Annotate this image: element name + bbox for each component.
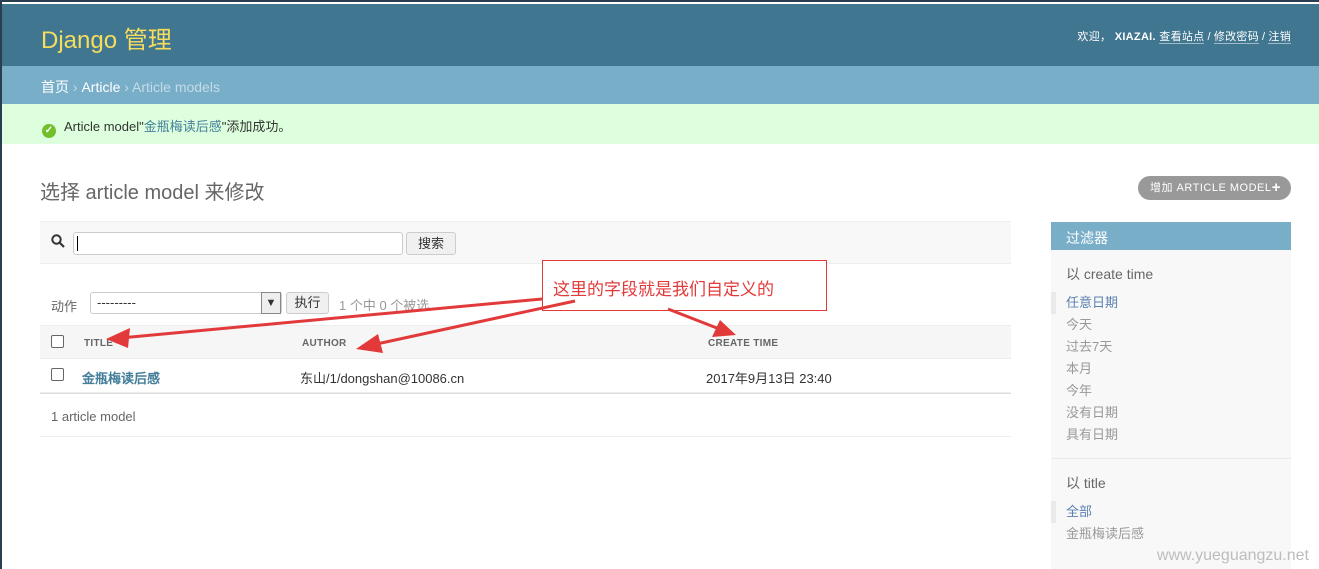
page-title: 选择 article model 来修改 xyxy=(40,182,265,204)
search-toolbar: 搜索 xyxy=(40,221,1011,264)
filter-sidebar: 过滤器 以 create time 任意日期 今天 过去7天 本月 今年 没有日… xyxy=(1051,222,1291,569)
row-checkbox[interactable] xyxy=(51,368,64,381)
welcome-text: 欢迎， xyxy=(1077,31,1112,43)
check-circle-icon: ✓ xyxy=(42,124,56,138)
row-title-link[interactable]: 金瓶梅读后感 xyxy=(82,371,160,386)
row-create-time-cell: 2017年9月13日 23:40 xyxy=(706,371,832,386)
table-header: TITLE AUTHOR CREATE TIME xyxy=(40,325,1011,359)
message-suffix: "添加成功。 xyxy=(221,119,292,134)
filter-list-title: 全部 金瓶梅读后感 xyxy=(1051,493,1291,545)
breadcrumb-app[interactable]: Article xyxy=(81,79,120,95)
breadcrumb-separator: › xyxy=(124,79,133,95)
actions-bar: 动作 --------- ▼ 执行 1 个中 0 个被选 xyxy=(40,289,1011,317)
filter-item-no-date[interactable]: 没有日期 xyxy=(1051,402,1291,424)
breadcrumb-home[interactable]: 首页 xyxy=(41,79,69,95)
watermark: www.yueguangzu.net xyxy=(1156,547,1309,564)
breadcrumb: 首页 › Article › Article models xyxy=(2,66,1319,104)
user-tools: 欢迎， XIAZAI. 查看站点 / 修改密码 / 注销 xyxy=(1077,28,1291,44)
annotation-callout: 这里的字段就是我们自定义的 xyxy=(542,260,827,311)
filter-group-title: 以 create time xyxy=(1066,266,1154,282)
select-all-checkbox[interactable] xyxy=(51,335,64,348)
column-author[interactable]: AUTHOR xyxy=(302,338,347,349)
message-prefix: Article model" xyxy=(64,119,144,134)
search-button[interactable]: 搜索 xyxy=(406,232,456,255)
table-row: 金瓶梅读后感 东山/1/dongshan@10086.cn 2017年9月13日… xyxy=(40,359,1011,393)
action-select[interactable]: --------- ▼ xyxy=(90,292,282,314)
filter-item-this-year[interactable]: 今年 xyxy=(1051,380,1291,402)
filter-item-past-7-days[interactable]: 过去7天 xyxy=(1051,336,1291,358)
message-object-link[interactable]: 金瓶梅读后感 xyxy=(144,119,222,134)
column-title[interactable]: TITLE xyxy=(84,338,113,349)
success-message: ✓ Article model"金瓶梅读后感"添加成功。 xyxy=(2,104,1319,144)
search-icon xyxy=(51,234,65,248)
run-action-button[interactable]: 执行 xyxy=(286,292,329,314)
filter-item-today[interactable]: 今天 xyxy=(1051,314,1291,336)
add-article-model-button[interactable]: 增加 ARTICLE MODEL + xyxy=(1138,176,1291,200)
column-create-time[interactable]: CREATE TIME xyxy=(708,338,778,349)
logout-link[interactable]: 注销 xyxy=(1268,31,1291,44)
username: XIAZAI. xyxy=(1114,31,1156,43)
change-password-link[interactable]: 修改密码 xyxy=(1213,31,1260,44)
selection-count: 1 个中 0 个被选 xyxy=(339,298,430,313)
search-input[interactable] xyxy=(73,232,403,255)
filter-item-all[interactable]: 全部 xyxy=(1051,501,1291,523)
filter-item-has-date[interactable]: 具有日期 xyxy=(1051,424,1291,446)
breadcrumb-current: Article models xyxy=(132,79,220,95)
filter-title: 过滤器 xyxy=(1051,222,1291,250)
plus-icon: + xyxy=(1271,179,1281,196)
actions-label: 动作 xyxy=(51,299,78,314)
separator: / xyxy=(1207,31,1211,43)
filter-list-create-time: 任意日期 今天 过去7天 本月 今年 没有日期 具有日期 xyxy=(1051,284,1291,446)
site-header: Django 管理 欢迎， XIAZAI. 查看站点 / 修改密码 / 注销 xyxy=(2,4,1319,66)
add-button-label: 增加 ARTICLE MODEL xyxy=(1150,182,1272,194)
paginator: 1 article model xyxy=(40,393,1011,437)
row-title-cell: 金瓶梅读后感 xyxy=(82,368,160,387)
row-author-cell: 东山/1/dongshan@10086.cn xyxy=(300,371,465,386)
separator: / xyxy=(1262,31,1266,43)
site-brand[interactable]: Django 管理 xyxy=(41,20,172,55)
filter-item-this-month[interactable]: 本月 xyxy=(1051,358,1291,380)
filter-item-any-date[interactable]: 任意日期 xyxy=(1051,292,1291,314)
action-select-value: --------- xyxy=(97,295,136,310)
chevron-down-icon: ▼ xyxy=(261,292,281,314)
filter-item-title-value[interactable]: 金瓶梅读后感 xyxy=(1051,523,1291,545)
view-site-link[interactable]: 查看站点 xyxy=(1159,31,1205,44)
filter-divider xyxy=(1051,458,1291,459)
result-table: TITLE AUTHOR CREATE TIME 金瓶梅读后感 东山/1/don… xyxy=(40,325,1011,393)
filter-group-title: 以 title xyxy=(1066,475,1106,491)
